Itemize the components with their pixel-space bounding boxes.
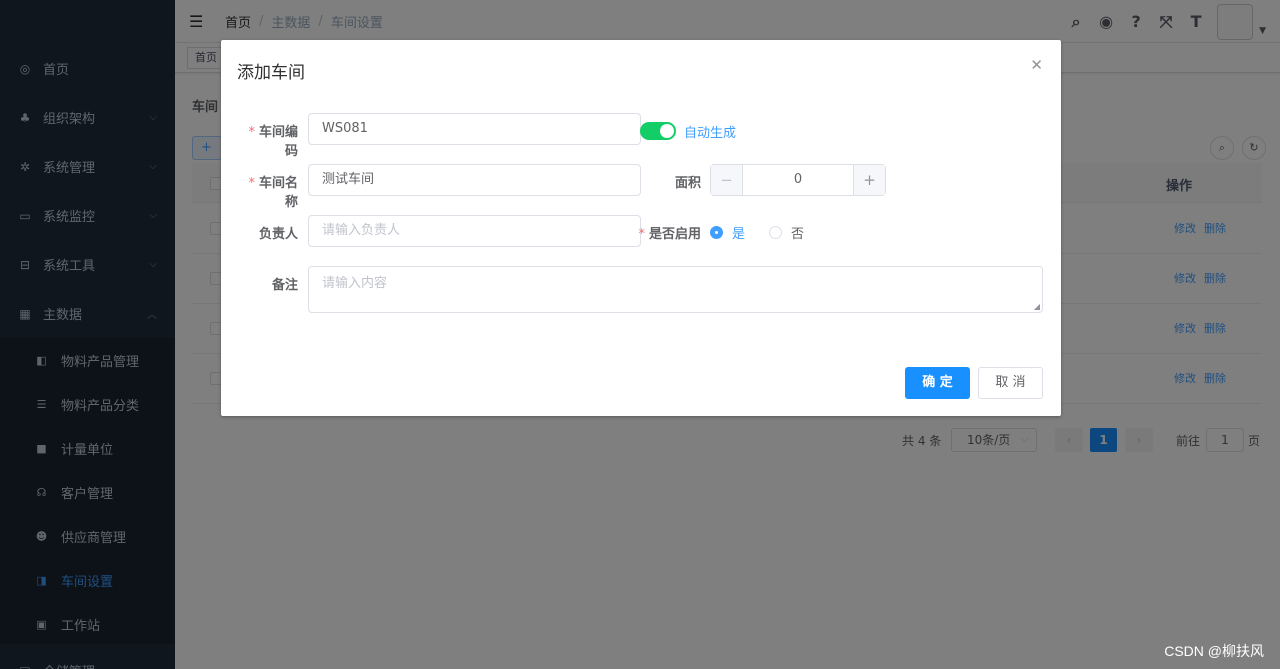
- confirm-button[interactable]: 确 定: [905, 367, 970, 399]
- remark-textarea[interactable]: 请输入内容 ◢: [308, 266, 1043, 313]
- owner-input[interactable]: 请输入负责人: [308, 215, 641, 247]
- area-value[interactable]: 0: [743, 165, 853, 195]
- area-label: 面积: [674, 176, 701, 191]
- add-workshop-dialog: 添加车间 ✕ * 车间编码 WS081 自动生成 * 车间名称 测试车间 面积 − …: [221, 40, 1061, 416]
- name-label: * 车间名称: [248, 176, 298, 210]
- code-input[interactable]: WS081: [308, 113, 641, 145]
- owner-label: 负责人: [258, 227, 298, 242]
- code-label: * 车间编码: [248, 125, 298, 159]
- minus-icon[interactable]: −: [711, 165, 743, 195]
- radio-no[interactable]: 否: [769, 223, 804, 242]
- enabled-label: * 是否启用: [638, 227, 701, 242]
- close-icon[interactable]: ✕: [1030, 56, 1043, 74]
- cancel-button[interactable]: 取 消: [978, 367, 1043, 399]
- watermark: CSDN @柳扶风: [1164, 643, 1264, 659]
- resize-handle-icon[interactable]: ◢: [1034, 302, 1040, 311]
- remark-label: 备注: [271, 278, 298, 293]
- radio-yes[interactable]: 是: [710, 223, 745, 242]
- auto-generate-label: 自动生成: [684, 126, 737, 141]
- plus-icon[interactable]: +: [853, 165, 885, 195]
- dialog-title: 添加车间: [237, 63, 305, 83]
- area-stepper[interactable]: − 0 +: [710, 164, 886, 196]
- auto-generate-switch[interactable]: [640, 122, 676, 140]
- name-input[interactable]: 测试车间: [308, 164, 641, 196]
